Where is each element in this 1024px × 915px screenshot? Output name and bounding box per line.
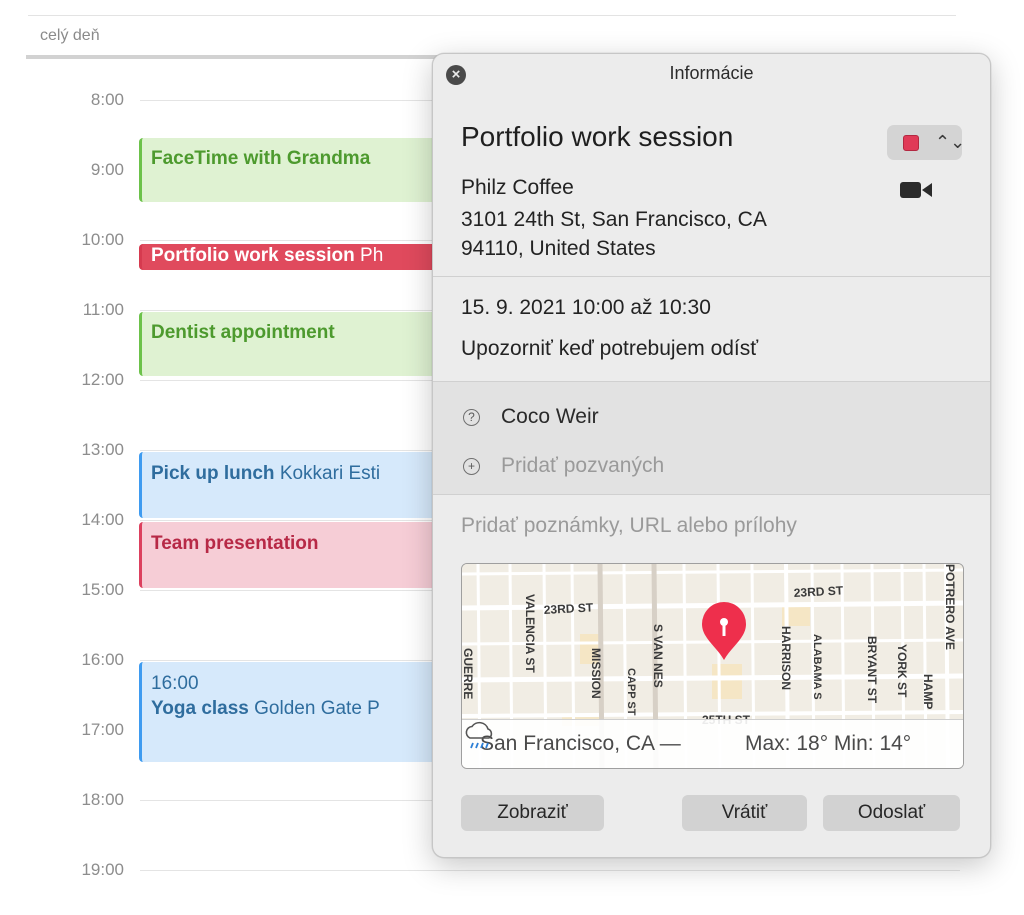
event-pick-up-lunch[interactable]: Pick up lunch Kokkari Esti: [139, 452, 439, 518]
popover-title: Informácie: [669, 63, 754, 83]
event-title: Portfolio work session: [151, 245, 355, 266]
hour-label-12: 12:00: [81, 370, 124, 389]
event-portfolio-work-session[interactable]: Portfolio work session Ph: [139, 244, 439, 270]
notes-field[interactable]: Pridať poznámky, URL alebo prílohy: [461, 514, 797, 538]
calendar-window: celý deň 8:00 9:00 10:00 11:00 12:00 13:…: [0, 0, 1024, 915]
event-location: Ph: [360, 245, 384, 266]
show-button[interactable]: Zobraziť: [461, 795, 604, 831]
event-title: Team presentation: [151, 533, 319, 554]
chevron-up-down-icon: ⌃⌄: [935, 132, 966, 152]
add-invitees-field[interactable]: Pridať pozvaných: [501, 454, 664, 478]
revert-button[interactable]: Vrátiť: [682, 795, 807, 831]
event-time: 16:00: [151, 673, 199, 694]
street-label: VALENCIA ST: [523, 594, 537, 673]
invitee-name[interactable]: Coco Weir: [501, 405, 599, 429]
location-address-line2: 94110, United States: [461, 237, 656, 260]
hour-label-14: 14:00: [81, 510, 124, 529]
street-label: CAPP ST: [625, 668, 637, 716]
event-yoga-class[interactable]: 16:00 Yoga class Golden Gate P: [139, 662, 439, 762]
hour-line: [140, 870, 960, 871]
street-label: 23RD ST: [543, 600, 594, 617]
event-dentist-appointment[interactable]: Dentist appointment: [139, 312, 439, 376]
event-team-presentation[interactable]: Team presentation: [139, 522, 439, 588]
hour-label-15: 15:00: [81, 580, 124, 599]
hour-label-8: 8:00: [90, 90, 124, 109]
calendar-color-swatch: [903, 135, 919, 151]
section-divider: [433, 276, 990, 277]
street-label: GUERRE: [462, 648, 475, 699]
event-title: Pick up lunch: [151, 463, 275, 484]
event-info-popover: × Informácie Portfolio work session ⌃⌄ P…: [432, 53, 991, 858]
street-label: YORK ST: [895, 644, 909, 698]
street-label: ALABAMA S: [811, 634, 823, 700]
all-day-divider: [26, 55, 446, 59]
street-label: HAMP: [921, 674, 935, 709]
question-mark-icon: ?: [463, 409, 480, 426]
event-alert[interactable]: Upozorniť keď potrebujem odísť: [461, 337, 758, 361]
hour-label-10: 10:00: [81, 230, 124, 249]
event-title: FaceTime with Grandma: [151, 148, 371, 169]
street-label: S VAN NES: [651, 624, 665, 688]
hour-label-11: 11:00: [82, 300, 124, 319]
event-date-time[interactable]: 15. 9. 2021 10:00 až 10:30: [461, 296, 711, 320]
event-title: Dentist appointment: [151, 322, 335, 343]
location-name[interactable]: Philz Coffee: [461, 176, 574, 200]
hour-label-18: 18:00: [81, 790, 124, 809]
weather-temperature: Max: 18° Min: 14°: [745, 732, 912, 755]
hour-label-16: 16:00: [81, 650, 124, 669]
event-location: Golden Gate P: [254, 698, 380, 719]
street-label: POTRERO AVE: [943, 564, 957, 650]
event-name-field[interactable]: Portfolio work session: [461, 121, 733, 153]
location-address-line1: 3101 24th St, San Francisco, CA: [461, 208, 767, 231]
location-map[interactable]: 23RD ST 23RD ST VALENCIA ST MISSION CAPP…: [461, 563, 964, 769]
plus-circle-icon: +: [463, 458, 480, 475]
hour-label-9: 9:00: [90, 160, 124, 179]
street-label: HARRISON: [779, 626, 793, 690]
calendar-color-picker[interactable]: ⌃⌄: [887, 125, 966, 160]
street-label: 23RD ST: [793, 583, 844, 600]
event-title: Yoga class: [151, 698, 249, 719]
street-label: MISSION: [589, 648, 603, 699]
video-camera-icon[interactable]: [900, 181, 932, 199]
hour-label-19: 19:00: [81, 860, 124, 879]
hour-label-17: 17:00: [81, 720, 124, 739]
hour-label-13: 13:00: [81, 440, 124, 459]
top-divider: [28, 15, 956, 16]
event-location: Kokkari Esti: [279, 463, 381, 484]
weather-city: San Francisco, CA —: [480, 732, 681, 755]
rain-cloud-icon: [465, 721, 493, 749]
all-day-label: celý deň: [40, 27, 100, 44]
send-button[interactable]: Odoslať: [823, 795, 960, 831]
event-facetime-grandma[interactable]: FaceTime with Grandma: [139, 138, 439, 202]
section-divider: [433, 494, 990, 495]
map-weather-bar: San Francisco, CA — Max: 18° Min: 14°: [462, 719, 963, 768]
street-label: BRYANT ST: [865, 636, 879, 704]
